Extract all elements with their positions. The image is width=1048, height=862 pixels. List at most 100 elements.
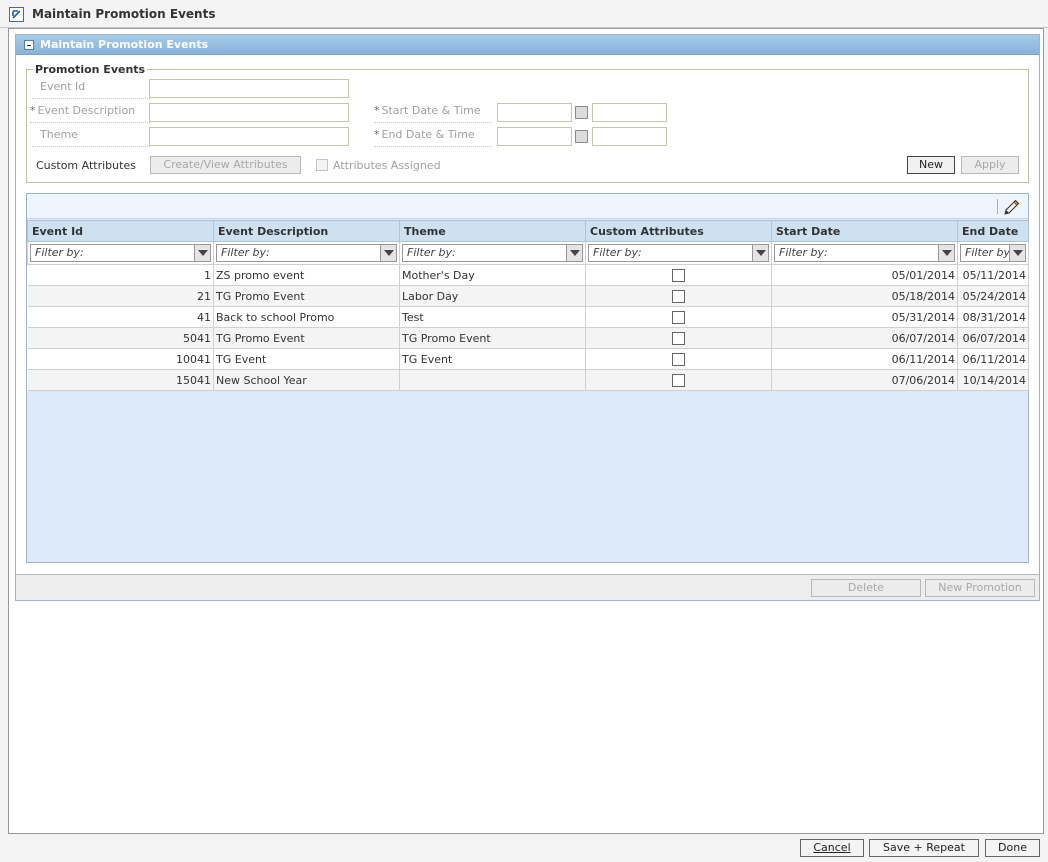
cell-theme — [399, 369, 586, 391]
cell-end-date: 06/07/2014 — [957, 327, 1029, 349]
apply-button[interactable]: Apply — [961, 156, 1019, 174]
table-row[interactable]: 15041 New School Year 07/06/2014 10/14/2014 — [27, 369, 1029, 391]
cell-event-description: New School Year — [213, 369, 400, 391]
table-row[interactable]: 21 TG Promo Event Labor Day 05/18/2014 05/24… — [27, 285, 1029, 307]
cell-custom-attributes — [585, 369, 772, 391]
cell-custom-attributes — [585, 306, 772, 328]
maintain-promotion-events-panel: Maintain Promotion Events Promotion Even… — [15, 34, 1040, 601]
edit-pencil-icon[interactable] — [1002, 198, 1020, 218]
collapse-icon[interactable] — [24, 40, 34, 50]
chevron-down-icon[interactable] — [566, 245, 582, 261]
filter-custom-attributes[interactable]: Filter by: — [588, 244, 769, 262]
custom-attributes-label: Custom Attributes — [36, 159, 136, 172]
custom-attributes-checkbox[interactable] — [672, 289, 685, 303]
filter-end-date[interactable]: Filter by — [960, 244, 1026, 262]
column-header-end-date[interactable]: End Date — [957, 220, 1029, 242]
filter-row: Filter by: Filter by: Filter by: Filter … — [27, 241, 1029, 265]
cell-theme: Test — [399, 306, 586, 328]
column-header-event-id[interactable]: Event Id — [27, 220, 214, 242]
custom-attributes-checkbox[interactable] — [672, 268, 685, 282]
panel-title: Maintain Promotion Events — [40, 38, 209, 51]
chevron-down-icon[interactable] — [938, 245, 954, 261]
start-calendar-icon[interactable] — [575, 106, 588, 119]
cell-end-date: 05/11/2014 — [957, 264, 1029, 286]
end-date-field[interactable] — [497, 127, 572, 146]
event-description-field[interactable] — [149, 103, 349, 122]
start-time-field[interactable] — [592, 103, 667, 122]
panel-header: Maintain Promotion Events — [16, 35, 1039, 55]
event-description-label: * Event Description — [30, 104, 150, 123]
attributes-assigned-label: Attributes Assigned — [333, 159, 441, 172]
end-date-time-label: * End Date & Time — [374, 128, 492, 147]
custom-attributes-checkbox[interactable] — [672, 373, 685, 387]
end-calendar-icon[interactable] — [575, 130, 588, 143]
new-promotion-button[interactable]: New Promotion — [925, 579, 1035, 597]
cell-start-date: 05/01/2014 — [771, 264, 958, 286]
header-row: Event Id Event Description Theme Custom … — [27, 220, 1029, 242]
start-date-field[interactable] — [497, 103, 572, 122]
filter-event-description[interactable]: Filter by: — [216, 244, 397, 262]
cell-custom-attributes — [585, 348, 772, 370]
table-row[interactable]: 41 Back to school Promo Test 05/31/2014 08/3… — [27, 306, 1029, 328]
done-button[interactable]: Done — [985, 839, 1040, 857]
event-id-field[interactable] — [149, 79, 349, 98]
save-repeat-button[interactable]: Save + Repeat — [869, 839, 979, 857]
attributes-assigned-checkbox[interactable] — [316, 159, 328, 171]
start-date-time-label: * Start Date & Time — [374, 104, 492, 123]
custom-attributes-checkbox[interactable] — [672, 331, 685, 345]
events-grid: Event Id Event Description Theme Custom … — [26, 193, 1029, 563]
chevron-down-icon[interactable] — [752, 245, 768, 261]
cell-event-id: 15041 — [27, 369, 214, 391]
filter-theme[interactable]: Filter by: — [402, 244, 583, 262]
window-title: Maintain Promotion Events — [32, 7, 216, 21]
grid-toolbar — [27, 194, 1028, 219]
chevron-down-icon[interactable] — [1009, 245, 1025, 261]
expand-arrow-icon[interactable] — [9, 7, 24, 22]
new-button[interactable]: New — [907, 156, 955, 174]
cell-theme: TG Promo Event — [399, 327, 586, 349]
cancel-button[interactable]: Cancel — [800, 839, 864, 857]
cell-start-date: 07/06/2014 — [771, 369, 958, 391]
toolbar-separator — [997, 199, 998, 214]
custom-attributes-checkbox[interactable] — [672, 352, 685, 366]
cell-end-date: 06/11/2014 — [957, 348, 1029, 370]
table-row[interactable]: 5041 TG Promo Event TG Promo Event 06/07/20… — [27, 327, 1029, 349]
theme-field[interactable] — [149, 127, 349, 146]
cell-custom-attributes — [585, 264, 772, 286]
cell-event-description: TG Promo Event — [213, 327, 400, 349]
event-id-label: Event Id — [32, 80, 150, 99]
cell-end-date: 10/14/2014 — [957, 369, 1029, 391]
cell-event-id: 21 — [27, 285, 214, 307]
events-table: Event Id Event Description Theme Custom … — [27, 220, 1029, 391]
cell-start-date: 05/31/2014 — [771, 306, 958, 328]
bottom-action-bar: Cancel Save + Repeat Done — [0, 834, 1048, 862]
column-header-event-description[interactable]: Event Description — [213, 220, 400, 242]
form-legend: Promotion Events — [35, 63, 146, 76]
column-header-custom-attributes[interactable]: Custom Attributes — [585, 220, 772, 242]
cell-event-description: ZS promo event — [213, 264, 400, 286]
chevron-down-icon[interactable] — [380, 245, 396, 261]
cell-event-id: 41 — [27, 306, 214, 328]
table-row[interactable]: 10041 TG Event TG Event 06/11/2014 06/11/201… — [27, 348, 1029, 370]
end-time-field[interactable] — [592, 127, 667, 146]
cell-event-description: Back to school Promo — [213, 306, 400, 328]
column-header-theme[interactable]: Theme — [399, 220, 586, 242]
panel-footer: Delete New Promotion — [16, 574, 1039, 600]
cell-start-date: 06/07/2014 — [771, 327, 958, 349]
cell-event-id: 10041 — [27, 348, 214, 370]
chevron-down-icon[interactable] — [194, 245, 210, 261]
cell-end-date: 05/24/2014 — [957, 285, 1029, 307]
create-view-attributes-button[interactable]: Create/View Attributes — [150, 156, 301, 174]
cell-custom-attributes — [585, 285, 772, 307]
cell-theme: Labor Day — [399, 285, 586, 307]
cell-theme: TG Event — [399, 348, 586, 370]
custom-attributes-checkbox[interactable] — [672, 310, 685, 324]
filter-start-date[interactable]: Filter by: — [774, 244, 955, 262]
table-row[interactable]: 1 ZS promo event Mother's Day 05/01/2014 05/… — [27, 264, 1029, 286]
cell-start-date: 05/18/2014 — [771, 285, 958, 307]
cell-event-id: 5041 — [27, 327, 214, 349]
filter-event-id[interactable]: Filter by: — [30, 244, 211, 262]
column-header-start-date[interactable]: Start Date — [771, 220, 958, 242]
cell-end-date: 08/31/2014 — [957, 306, 1029, 328]
delete-button[interactable]: Delete — [811, 579, 921, 597]
